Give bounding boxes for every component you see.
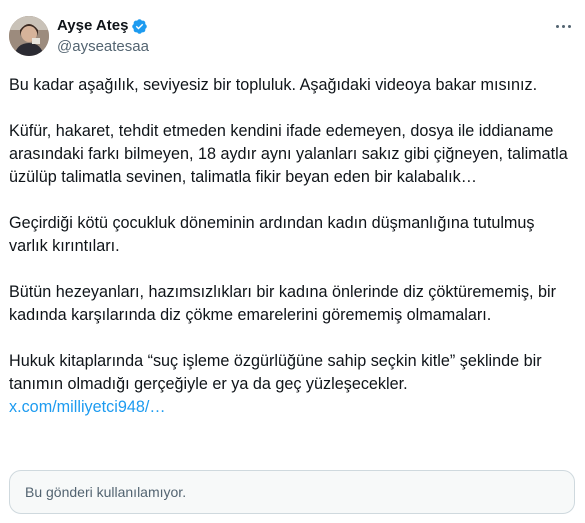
- avatar-image: [9, 16, 49, 56]
- tweet-paragraph-4: Bütün hezeyanları, hazımsızlıkları bir k…: [9, 283, 557, 324]
- author-display-name[interactable]: Ayşe Ateş: [57, 16, 128, 36]
- avatar[interactable]: [9, 16, 49, 56]
- quoted-post-unavailable-text: Bu gönderi kullanılamıyor.: [25, 484, 187, 500]
- author-handle[interactable]: @ayseatesaa: [57, 37, 149, 57]
- more-options-icon[interactable]: [553, 16, 573, 36]
- tweet-link[interactable]: x.com/milliyetci948/…: [9, 396, 577, 419]
- author-name-row[interactable]: Ayşe Ateş: [57, 16, 148, 36]
- tweet-text: Bu kadar aşağılık, seviyesiz bir toplulu…: [9, 74, 577, 419]
- tweet-paragraph-5: Hukuk kitaplarında “suç işleme özgürlüğü…: [9, 352, 542, 393]
- verified-badge-icon[interactable]: [131, 18, 148, 35]
- tweet-paragraph-1: Bu kadar aşağılık, seviyesiz bir toplulu…: [9, 76, 538, 94]
- tweet-paragraph-3: Geçirdiği kötü çocukluk döneminin ardınd…: [9, 214, 535, 255]
- quoted-post-unavailable[interactable]: Bu gönderi kullanılamıyor.: [9, 470, 575, 514]
- tweet-paragraph-2: Küfür, hakaret, tehdit etmeden kendini i…: [9, 122, 568, 186]
- tweet-card: Ayşe Ateş @ayseatesaa Bu kadar aşağılık,…: [0, 0, 585, 523]
